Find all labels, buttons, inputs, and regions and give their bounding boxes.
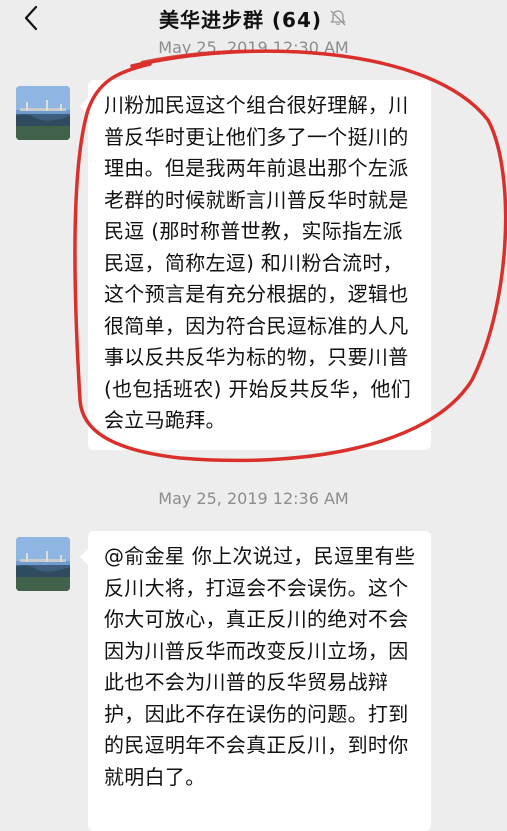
avatar-landscape-image (16, 86, 70, 140)
chat-title: 美华进步群 (64) (158, 7, 323, 32)
message-timestamp: May 25, 2019 12:30 AM (158, 38, 349, 57)
avatar[interactable] (16, 537, 70, 591)
chat-title-area: 美华进步群 (64) (0, 0, 507, 36)
message-bubble: 川粉加民逗这个组合很好理解，川普反华时更让他们多了一个挺川的理由。但是我两年前退… (80, 80, 431, 450)
message-timestamp: May 25, 2019 12:36 AM (158, 489, 349, 508)
avatar-landscape-image (16, 537, 70, 591)
bell-muted-icon (330, 10, 346, 26)
message-bubble: @俞金星 你上次说过，民逗里有些反川大将，打逗会不会误伤。这个你大可放心，真正反… (80, 531, 431, 831)
chat-header: 美华进步群 (64) (0, 0, 507, 36)
avatar[interactable] (16, 86, 70, 140)
